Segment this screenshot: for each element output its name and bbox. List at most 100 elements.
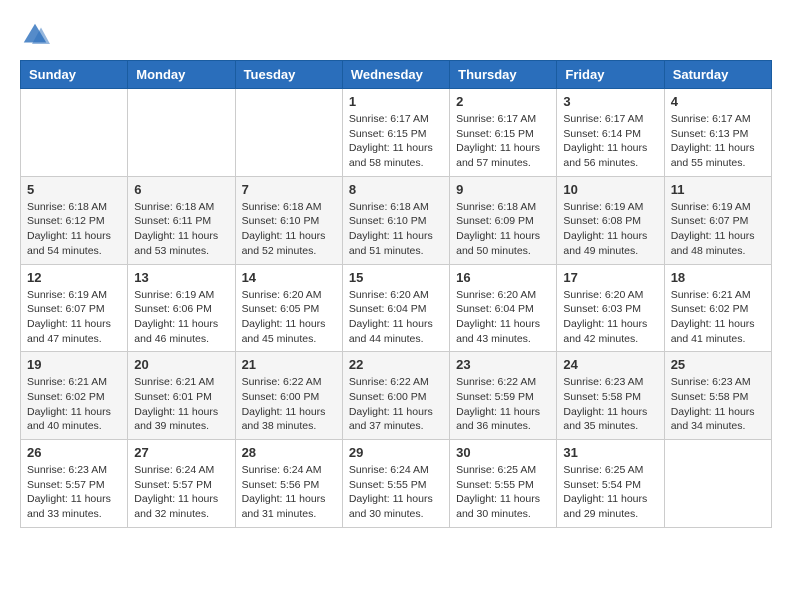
day-info: Sunrise: 6:24 AM Sunset: 5:56 PM Dayligh…: [242, 463, 336, 522]
day-info: Sunrise: 6:18 AM Sunset: 6:12 PM Dayligh…: [27, 200, 121, 259]
day-number: 10: [563, 182, 657, 197]
day-of-week-header: Saturday: [664, 61, 771, 89]
day-number: 21: [242, 357, 336, 372]
day-number: 20: [134, 357, 228, 372]
calendar-cell: 16Sunrise: 6:20 AM Sunset: 6:04 PM Dayli…: [450, 264, 557, 352]
day-info: Sunrise: 6:20 AM Sunset: 6:03 PM Dayligh…: [563, 288, 657, 347]
calendar-cell: 3 Sunrise: 6:17 AM Sunset: 6:14 PM Daylig…: [557, 89, 664, 177]
day-of-week-header: Thursday: [450, 61, 557, 89]
day-info: Sunrise: 6:19 AM Sunset: 6:07 PM Dayligh…: [671, 200, 765, 259]
day-number: 11: [671, 182, 765, 197]
day-info: Sunrise: 6:20 AM Sunset: 6:04 PM Dayligh…: [349, 288, 443, 347]
calendar-cell: [235, 89, 342, 177]
day-number: 28: [242, 445, 336, 460]
calendar-cell: 17 Sunrise: 6:20 AM Sunset: 6:03 PM Dayli…: [557, 264, 664, 352]
calendar-cell: 2 Sunrise: 6:17 AM Sunset: 6:15 PM Daylig…: [450, 89, 557, 177]
day-of-week-header: Friday: [557, 61, 664, 89]
day-info: Sunrise: 6:17 AM Sunset: 6:14 PM Dayligh…: [563, 112, 657, 171]
day-number: 22: [349, 357, 443, 372]
day-number: 24: [563, 357, 657, 372]
calendar-cell: 27 Sunrise: 6:24 AM Sunset: 5:57 PM Dayli…: [128, 440, 235, 528]
day-of-week-header: Monday: [128, 61, 235, 89]
day-info: Sunrise: 6:21 AM Sunset: 6:02 PM Dayligh…: [27, 375, 121, 434]
calendar-table: SundayMondayTuesdayWednesdayThursdayFrid…: [20, 60, 772, 528]
day-of-week-header: Wednesday: [342, 61, 449, 89]
day-info: Sunrise: 6:23 AM Sunset: 5:58 PM Dayligh…: [563, 375, 657, 434]
calendar-header-row: SundayMondayTuesdayWednesdayThursdayFrid…: [21, 61, 772, 89]
day-info: Sunrise: 6:18 AM Sunset: 6:10 PM Dayligh…: [242, 200, 336, 259]
day-info: Sunrise: 6:17 AM Sunset: 6:13 PM Dayligh…: [671, 112, 765, 171]
day-number: 3: [563, 94, 657, 109]
day-number: 13: [134, 270, 228, 285]
calendar-cell: 12Sunrise: 6:19 AM Sunset: 6:07 PM Dayli…: [21, 264, 128, 352]
calendar-cell: 21 Sunrise: 6:22 AM Sunset: 6:00 PM Dayli…: [235, 352, 342, 440]
day-number: 2: [456, 94, 550, 109]
calendar-cell: 4 Sunrise: 6:17 AM Sunset: 6:13 PM Daylig…: [664, 89, 771, 177]
calendar-cell: 8 Sunrise: 6:18 AM Sunset: 6:10 PM Daylig…: [342, 176, 449, 264]
calendar-cell: 13 Sunrise: 6:19 AM Sunset: 6:06 PM Dayli…: [128, 264, 235, 352]
calendar-cell: 26Sunrise: 6:23 AM Sunset: 5:57 PM Dayli…: [21, 440, 128, 528]
day-info: Sunrise: 6:24 AM Sunset: 5:57 PM Dayligh…: [134, 463, 228, 522]
calendar-cell: 20 Sunrise: 6:21 AM Sunset: 6:01 PM Dayli…: [128, 352, 235, 440]
calendar-cell: 15Sunrise: 6:20 AM Sunset: 6:04 PM Dayli…: [342, 264, 449, 352]
calendar-week-row: 12Sunrise: 6:19 AM Sunset: 6:07 PM Dayli…: [21, 264, 772, 352]
day-number: 18: [671, 270, 765, 285]
day-number: 6: [134, 182, 228, 197]
calendar-cell: 1 Sunrise: 6:17 AM Sunset: 6:15 PM Daylig…: [342, 89, 449, 177]
day-number: 25: [671, 357, 765, 372]
day-info: Sunrise: 6:18 AM Sunset: 6:09 PM Dayligh…: [456, 200, 550, 259]
day-info: Sunrise: 6:23 AM Sunset: 5:58 PM Dayligh…: [671, 375, 765, 434]
day-info: Sunrise: 6:22 AM Sunset: 6:00 PM Dayligh…: [349, 375, 443, 434]
calendar-cell: 10 Sunrise: 6:19 AM Sunset: 6:08 PM Dayli…: [557, 176, 664, 264]
calendar-cell: 24 Sunrise: 6:23 AM Sunset: 5:58 PM Dayli…: [557, 352, 664, 440]
day-info: Sunrise: 6:19 AM Sunset: 6:06 PM Dayligh…: [134, 288, 228, 347]
calendar-cell: 31Sunrise: 6:25 AM Sunset: 5:54 PM Dayli…: [557, 440, 664, 528]
day-number: 16: [456, 270, 550, 285]
calendar-cell: 19 Sunrise: 6:21 AM Sunset: 6:02 PM Dayli…: [21, 352, 128, 440]
day-info: Sunrise: 6:25 AM Sunset: 5:54 PM Dayligh…: [563, 463, 657, 522]
day-number: 9: [456, 182, 550, 197]
day-info: Sunrise: 6:18 AM Sunset: 6:11 PM Dayligh…: [134, 200, 228, 259]
day-info: Sunrise: 6:17 AM Sunset: 6:15 PM Dayligh…: [456, 112, 550, 171]
logo: [20, 20, 54, 50]
day-number: 23: [456, 357, 550, 372]
day-number: 19: [27, 357, 121, 372]
calendar-cell: 18 Sunrise: 6:21 AM Sunset: 6:02 PM Dayli…: [664, 264, 771, 352]
day-number: 29: [349, 445, 443, 460]
day-number: 17: [563, 270, 657, 285]
day-number: 14: [242, 270, 336, 285]
calendar-week-row: 19 Sunrise: 6:21 AM Sunset: 6:02 PM Dayli…: [21, 352, 772, 440]
day-of-week-header: Tuesday: [235, 61, 342, 89]
calendar-cell: 7Sunrise: 6:18 AM Sunset: 6:10 PM Daylig…: [235, 176, 342, 264]
calendar-week-row: 26Sunrise: 6:23 AM Sunset: 5:57 PM Dayli…: [21, 440, 772, 528]
day-number: 4: [671, 94, 765, 109]
day-info: Sunrise: 6:21 AM Sunset: 6:02 PM Dayligh…: [671, 288, 765, 347]
day-info: Sunrise: 6:21 AM Sunset: 6:01 PM Dayligh…: [134, 375, 228, 434]
calendar-cell: 6 Sunrise: 6:18 AM Sunset: 6:11 PM Daylig…: [128, 176, 235, 264]
day-info: Sunrise: 6:22 AM Sunset: 5:59 PM Dayligh…: [456, 375, 550, 434]
calendar-cell: 14 Sunrise: 6:20 AM Sunset: 6:05 PM Dayli…: [235, 264, 342, 352]
page-header: [20, 20, 772, 50]
day-info: Sunrise: 6:23 AM Sunset: 5:57 PM Dayligh…: [27, 463, 121, 522]
calendar-cell: 5Sunrise: 6:18 AM Sunset: 6:12 PM Daylig…: [21, 176, 128, 264]
calendar-cell: 11 Sunrise: 6:19 AM Sunset: 6:07 PM Dayli…: [664, 176, 771, 264]
day-info: Sunrise: 6:19 AM Sunset: 6:08 PM Dayligh…: [563, 200, 657, 259]
day-number: 8: [349, 182, 443, 197]
calendar-cell: 28 Sunrise: 6:24 AM Sunset: 5:56 PM Dayli…: [235, 440, 342, 528]
calendar-cell: [128, 89, 235, 177]
calendar-cell: 23 Sunrise: 6:22 AM Sunset: 5:59 PM Dayli…: [450, 352, 557, 440]
calendar-week-row: 1 Sunrise: 6:17 AM Sunset: 6:15 PM Daylig…: [21, 89, 772, 177]
day-number: 30: [456, 445, 550, 460]
day-number: 12: [27, 270, 121, 285]
calendar-cell: 29Sunrise: 6:24 AM Sunset: 5:55 PM Dayli…: [342, 440, 449, 528]
day-info: Sunrise: 6:18 AM Sunset: 6:10 PM Dayligh…: [349, 200, 443, 259]
calendar-cell: [21, 89, 128, 177]
day-info: Sunrise: 6:20 AM Sunset: 6:05 PM Dayligh…: [242, 288, 336, 347]
calendar-week-row: 5Sunrise: 6:18 AM Sunset: 6:12 PM Daylig…: [21, 176, 772, 264]
day-number: 1: [349, 94, 443, 109]
day-number: 27: [134, 445, 228, 460]
calendar-cell: 9 Sunrise: 6:18 AM Sunset: 6:09 PM Daylig…: [450, 176, 557, 264]
day-info: Sunrise: 6:17 AM Sunset: 6:15 PM Dayligh…: [349, 112, 443, 171]
day-info: Sunrise: 6:22 AM Sunset: 6:00 PM Dayligh…: [242, 375, 336, 434]
logo-icon: [20, 20, 50, 50]
